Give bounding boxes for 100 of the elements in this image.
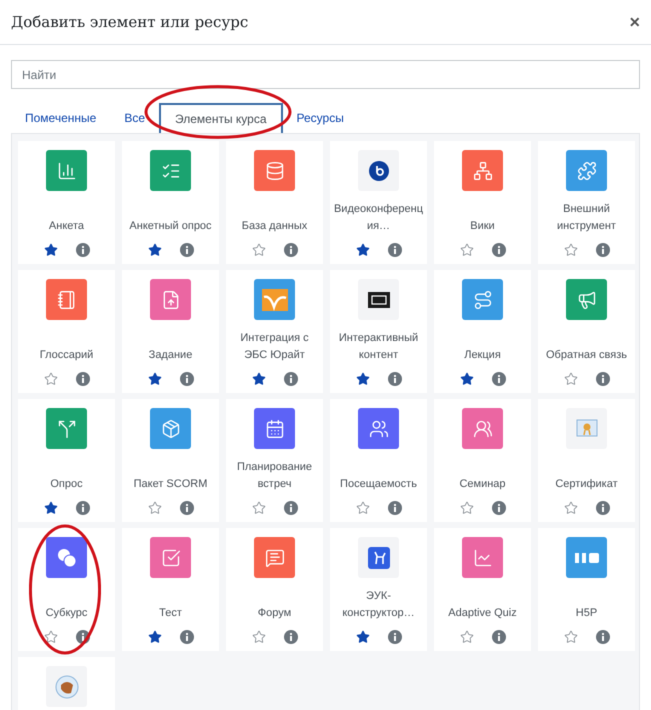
item-card[interactable]: Внешний инструмент bbox=[538, 141, 635, 264]
star-icon[interactable] bbox=[44, 243, 58, 257]
circle-logo-icon bbox=[358, 150, 399, 191]
item-label: Adaptive Quiz bbox=[447, 606, 518, 621]
item-card[interactable]: Adaptive Quiz bbox=[434, 528, 531, 651]
item-label: Посещаемость bbox=[339, 477, 418, 492]
item-card[interactable]: Интеграция с ЭБС Юрайт bbox=[226, 270, 323, 393]
item-card[interactable]: Тест bbox=[122, 528, 219, 651]
info-icon[interactable] bbox=[284, 630, 298, 644]
item-card[interactable]: База данных bbox=[226, 141, 323, 264]
info-icon[interactable] bbox=[596, 630, 610, 644]
item-card[interactable]: Опрос bbox=[18, 399, 115, 522]
item-card[interactable]: Задание bbox=[122, 270, 219, 393]
search-field[interactable]: Найти bbox=[12, 61, 639, 88]
item-label: Планирование встреч bbox=[236, 460, 314, 492]
item-label: Видеоконференция… bbox=[333, 202, 424, 234]
star-icon[interactable] bbox=[356, 372, 370, 386]
info-icon[interactable] bbox=[284, 243, 298, 257]
star-icon[interactable] bbox=[252, 630, 266, 644]
star-icon[interactable] bbox=[44, 501, 58, 515]
item-card[interactable]: Вики bbox=[434, 141, 531, 264]
info-icon[interactable] bbox=[76, 630, 90, 644]
item-card[interactable]: H5P bbox=[538, 528, 635, 651]
tab[interactable]: Все bbox=[110, 103, 159, 133]
info-icon[interactable] bbox=[492, 243, 506, 257]
item-label: Обратная связь bbox=[544, 348, 628, 363]
star-icon[interactable] bbox=[44, 372, 58, 386]
info-icon[interactable] bbox=[596, 372, 610, 386]
round-logo-icon bbox=[46, 666, 87, 707]
star-icon[interactable] bbox=[252, 372, 266, 386]
item-label: ЭУК-конструктор… bbox=[341, 589, 416, 621]
item-label: Анкета bbox=[48, 219, 86, 234]
star-icon[interactable] bbox=[356, 501, 370, 515]
info-icon[interactable] bbox=[492, 501, 506, 515]
item-card[interactable]: Семинар bbox=[434, 399, 531, 522]
star-icon[interactable] bbox=[460, 630, 474, 644]
item-label: База данных bbox=[240, 219, 308, 234]
item-label: H5P bbox=[574, 606, 598, 621]
info-icon[interactable] bbox=[180, 243, 194, 257]
star-icon[interactable] bbox=[564, 501, 578, 515]
item-label: Субкурс bbox=[44, 606, 88, 621]
item-card[interactable]: Глоссарий bbox=[18, 270, 115, 393]
certificate-icon bbox=[566, 408, 607, 449]
star-icon[interactable] bbox=[356, 243, 370, 257]
star-icon[interactable] bbox=[252, 501, 266, 515]
item-card[interactable]: Обратная связь bbox=[538, 270, 635, 393]
item-label: Анкетный опрос bbox=[128, 219, 213, 234]
item-label: Опрос bbox=[49, 477, 84, 492]
item-card[interactable]: Видеоконференция… bbox=[330, 141, 427, 264]
tab[interactable]: Ресурсы bbox=[282, 103, 358, 133]
item-label: Интеграция с ЭБС Юрайт bbox=[239, 331, 310, 363]
info-icon[interactable] bbox=[76, 372, 90, 386]
star-icon[interactable] bbox=[564, 243, 578, 257]
info-icon[interactable] bbox=[180, 501, 194, 515]
item-label: Пакет SCORM bbox=[132, 477, 208, 492]
info-icon[interactable] bbox=[388, 501, 402, 515]
info-icon[interactable] bbox=[284, 372, 298, 386]
star-icon[interactable] bbox=[460, 501, 474, 515]
info-icon[interactable] bbox=[180, 372, 194, 386]
item-card[interactable]: Форум bbox=[226, 528, 323, 651]
item-label: Интерактивный контент bbox=[338, 331, 420, 363]
info-icon[interactable] bbox=[596, 501, 610, 515]
item-label: Сертификат bbox=[554, 477, 619, 492]
info-icon[interactable] bbox=[596, 243, 610, 257]
item-label: Вики bbox=[469, 219, 496, 234]
info-icon[interactable] bbox=[76, 501, 90, 515]
item-label: Семинар bbox=[458, 477, 507, 492]
star-icon[interactable] bbox=[356, 630, 370, 644]
info-icon[interactable] bbox=[492, 630, 506, 644]
info-icon[interactable] bbox=[284, 501, 298, 515]
star-icon[interactable] bbox=[148, 243, 162, 257]
info-icon[interactable] bbox=[388, 630, 402, 644]
item-card[interactable]: Посещаемость bbox=[330, 399, 427, 522]
item-label: Форум bbox=[256, 606, 292, 621]
item-card[interactable]: Анкета bbox=[18, 141, 115, 264]
info-icon[interactable] bbox=[388, 372, 402, 386]
item-card[interactable]: Пакет SCORM bbox=[122, 399, 219, 522]
item-card[interactable]: Лекция bbox=[434, 270, 531, 393]
info-icon[interactable] bbox=[492, 372, 506, 386]
item-card[interactable]: Сертификат bbox=[538, 399, 635, 522]
star-icon[interactable] bbox=[252, 243, 266, 257]
star-icon[interactable] bbox=[460, 243, 474, 257]
tab[interactable]: Помеченные bbox=[11, 103, 110, 133]
info-icon[interactable] bbox=[180, 630, 194, 644]
star-icon[interactable] bbox=[44, 630, 58, 644]
item-card[interactable]: Анкетный опрос bbox=[122, 141, 219, 264]
info-icon[interactable] bbox=[388, 243, 402, 257]
star-icon[interactable] bbox=[148, 501, 162, 515]
star-icon[interactable] bbox=[564, 372, 578, 386]
star-icon[interactable] bbox=[148, 630, 162, 644]
close-button[interactable]: × bbox=[629, 13, 640, 31]
item-card[interactable]: Планирование встреч bbox=[226, 399, 323, 522]
item-label: Лекция bbox=[463, 348, 502, 363]
star-icon[interactable] bbox=[460, 372, 474, 386]
star-icon[interactable] bbox=[564, 630, 578, 644]
item-card[interactable]: ЭУК-конструктор… bbox=[330, 528, 427, 651]
tab[interactable]: Элементы курса bbox=[159, 103, 283, 133]
item-card[interactable]: Интерактивный контент bbox=[330, 270, 427, 393]
star-icon[interactable] bbox=[148, 372, 162, 386]
info-icon[interactable] bbox=[76, 243, 90, 257]
